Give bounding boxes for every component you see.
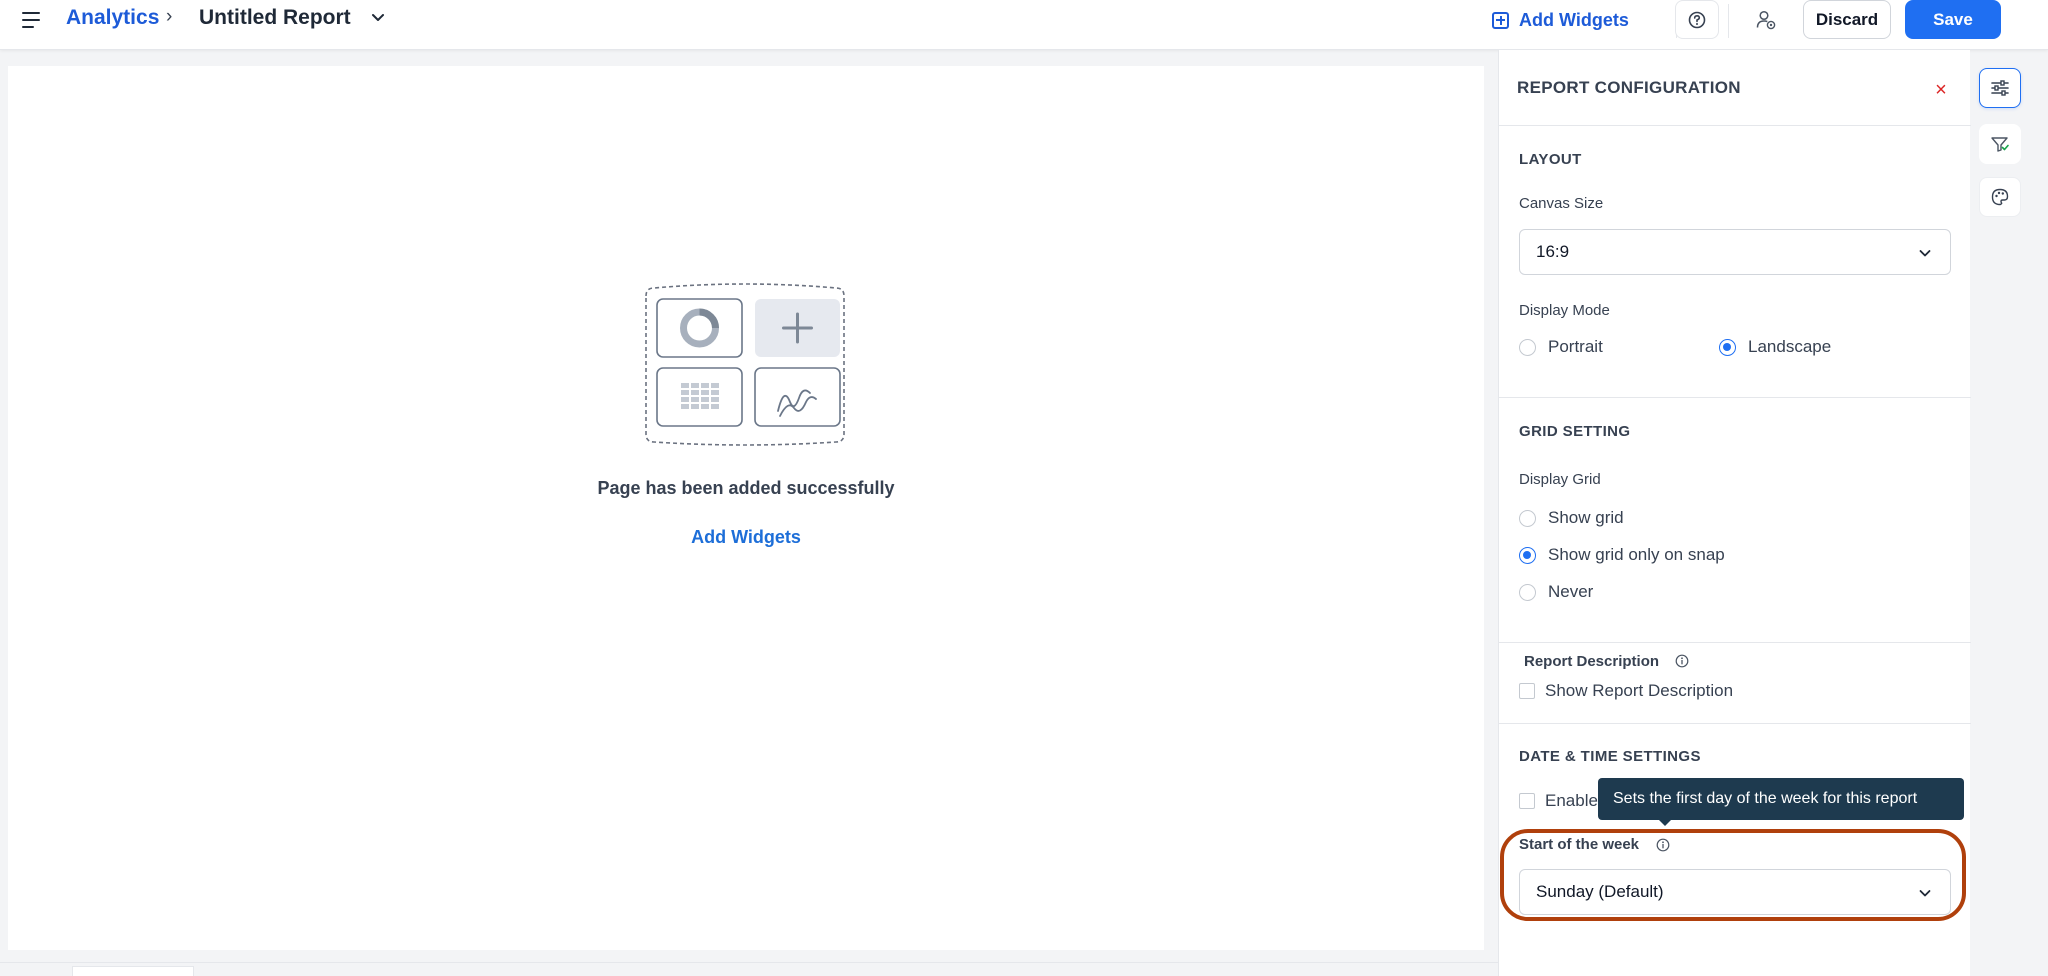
radio-label: Show grid only on snap xyxy=(1548,545,1725,564)
report-title: Untitled Report xyxy=(199,6,351,29)
rail-filters-button[interactable] xyxy=(1979,124,2021,164)
display-mode-landscape[interactable]: Landscape xyxy=(1719,334,1831,360)
grid-option-show-grid[interactable]: Show grid xyxy=(1519,505,1624,531)
display-mode-label: Display Mode xyxy=(1519,302,1610,319)
start-of-week-value: Sunday (Default) xyxy=(1536,882,1664,901)
report-configuration-panel: REPORT CONFIGURATION × LAYOUT Canvas Siz… xyxy=(1498,50,1971,976)
hamburger-menu-icon[interactable] xyxy=(20,9,46,31)
grid-section-title: GRID SETTING xyxy=(1519,423,1631,440)
checkbox-label: Enable xyxy=(1545,791,1598,810)
page-tab[interactable] xyxy=(72,966,194,976)
rail-theme-button[interactable] xyxy=(1979,177,2021,217)
radio-portrait[interactable] xyxy=(1519,338,1536,356)
page-tabs-bar xyxy=(0,962,1498,976)
chevron-down-icon xyxy=(1919,890,1931,897)
share-settings-button[interactable] xyxy=(1744,0,1788,39)
panel-title: REPORT CONFIGURATION xyxy=(1517,78,1741,97)
palette-icon xyxy=(1991,188,2009,206)
checkbox-enable[interactable] xyxy=(1519,793,1535,809)
question-circle-icon xyxy=(1688,11,1706,28)
breadcrumb-separator: › xyxy=(166,6,173,27)
discard-button[interactable]: Discard xyxy=(1803,0,1891,39)
show-report-description[interactable]: Show Report Description xyxy=(1519,678,1733,704)
radio-label: Portrait xyxy=(1548,337,1603,356)
checkbox-show-report-description[interactable] xyxy=(1519,683,1535,699)
rail-report-config-button[interactable] xyxy=(1979,68,2021,108)
widgets-placeholder-illustration xyxy=(645,283,845,446)
checkbox-label: Show Report Description xyxy=(1545,681,1734,700)
tooltip-arrow xyxy=(1657,818,1673,826)
start-of-week-select[interactable]: Sunday (Default) xyxy=(1519,869,1951,915)
info-icon[interactable] xyxy=(1675,654,1689,668)
canvas-size-value: 16:9 xyxy=(1536,242,1570,261)
empty-state-message: Page has been added successfully xyxy=(597,478,895,498)
radio-show-grid-snap[interactable] xyxy=(1519,546,1536,564)
canvas-size-select[interactable]: 16:9 xyxy=(1519,229,1951,275)
start-of-week-tooltip: Sets the first day of the week for this … xyxy=(1598,778,1964,820)
radio-label: Show grid xyxy=(1548,508,1624,527)
date-time-section-title: DATE & TIME SETTINGS xyxy=(1519,748,1701,765)
add-widgets-link[interactable]: Add Widgets xyxy=(8,527,1484,548)
toolbar-divider xyxy=(1728,4,1729,38)
report-description-label: Report Description xyxy=(1524,653,1660,670)
radio-label: Never xyxy=(1548,582,1594,601)
display-mode-portrait[interactable]: Portrait xyxy=(1519,334,1603,360)
enable-date-time[interactable]: Enable xyxy=(1519,788,1598,814)
radio-show-grid[interactable] xyxy=(1519,509,1536,527)
breadcrumb-analytics[interactable]: Analytics xyxy=(66,6,159,30)
start-of-week-label: Start of the week xyxy=(1519,836,1640,853)
plus-square-icon xyxy=(1492,11,1509,29)
radio-landscape[interactable] xyxy=(1719,338,1736,356)
add-widgets-button[interactable]: Add Widgets xyxy=(1492,5,1629,35)
radio-never[interactable] xyxy=(1519,583,1536,601)
display-grid-label: Display Grid xyxy=(1519,471,1601,488)
radio-label: Landscape xyxy=(1748,337,1832,356)
chevron-down-icon xyxy=(1919,250,1931,257)
grid-option-never[interactable]: Never xyxy=(1519,579,1593,605)
layout-section-title: LAYOUT xyxy=(1519,151,1582,168)
section-divider xyxy=(1499,642,1971,643)
section-divider xyxy=(1499,397,1971,398)
help-button[interactable] xyxy=(1675,0,1719,39)
top-bar: Analytics › Untitled Report Add Widgets … xyxy=(0,0,2048,50)
user-settings-icon xyxy=(1756,10,1776,29)
canvas-size-label: Canvas Size xyxy=(1519,195,1604,212)
report-canvas[interactable]: Page has been added successfully Add Wid… xyxy=(8,66,1484,950)
close-icon[interactable]: × xyxy=(1929,78,1953,102)
filter-check-icon xyxy=(1991,137,2009,152)
chevron-down-icon[interactable] xyxy=(370,9,386,25)
info-icon[interactable] xyxy=(1656,838,1670,852)
add-widgets-label: Add Widgets xyxy=(1519,9,1629,30)
section-divider xyxy=(1499,723,1971,724)
panel-header-divider xyxy=(1499,125,1971,126)
save-button[interactable]: Save xyxy=(1905,0,2001,39)
grid-option-snap[interactable]: Show grid only on snap xyxy=(1519,542,1725,568)
sliders-icon xyxy=(1991,80,2009,96)
